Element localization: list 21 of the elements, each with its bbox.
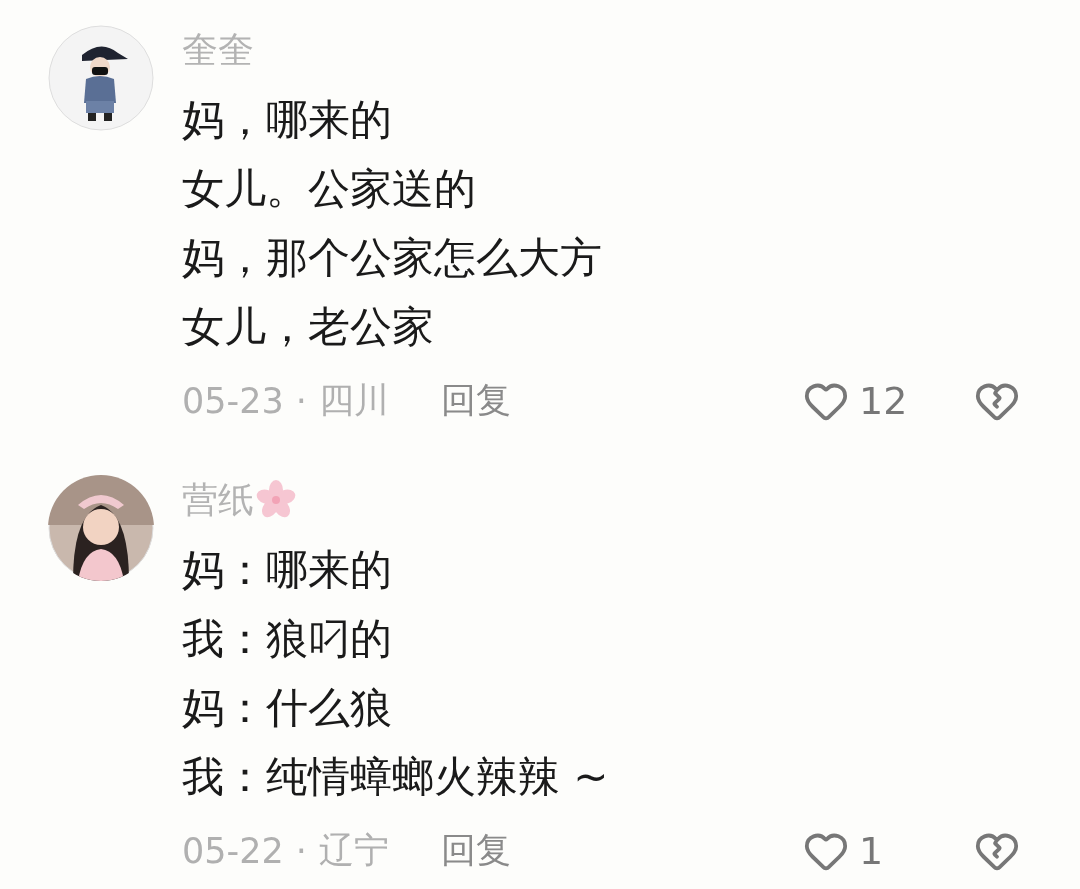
comment-location: 四川 — [318, 379, 389, 422]
like-count: 1 — [859, 828, 884, 873]
reply-link[interactable]: 回复 — [440, 827, 511, 874]
comment-text: 女儿，老公家 — [182, 301, 435, 353]
comment-text: 妈：什么狼 — [182, 682, 393, 734]
comment-text: 妈，哪来的 — [182, 94, 393, 146]
comment-text: 我：纯情蟑螂火辣辣 ~ — [182, 751, 610, 803]
separator-dot: · — [295, 830, 307, 871]
user-name: 奎奎 — [182, 28, 254, 72]
comment-date: 05-23 — [182, 380, 284, 421]
comment-date: 05-22 — [182, 830, 284, 871]
comment-text: 我：狼叼的 — [182, 613, 393, 665]
comment-location: 辽宁 — [318, 829, 389, 872]
reply-link[interactable]: 回复 — [440, 377, 511, 424]
flower-icon — [256, 480, 296, 520]
like-count: 12 — [859, 378, 908, 423]
separator-dot: · — [295, 380, 307, 421]
comment-text: 妈，那个公家怎么大方 — [182, 232, 603, 284]
comment-text: 妈：哪来的 — [182, 544, 393, 596]
user-name: 营纸 — [182, 478, 254, 522]
comment-text: 女儿。公家送的 — [182, 163, 477, 215]
